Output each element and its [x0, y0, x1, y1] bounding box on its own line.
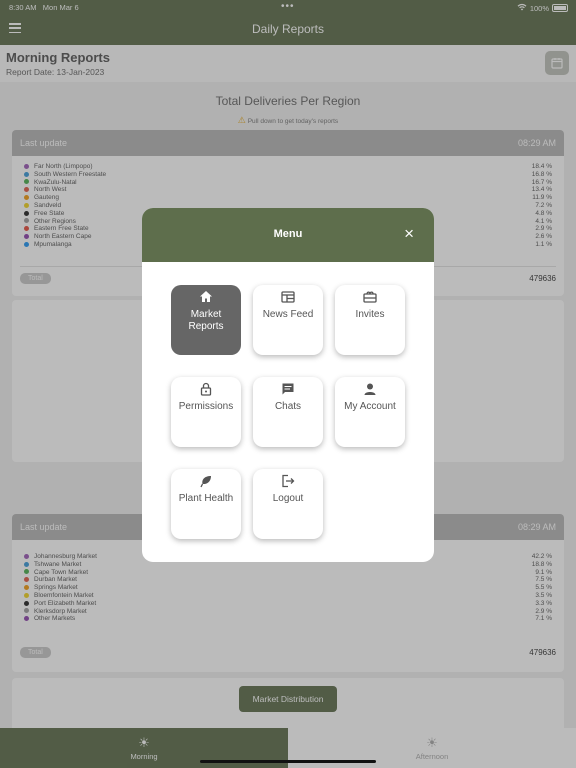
menu-tile-my-account[interactable]: My Account — [335, 377, 405, 447]
menu-tile-plant-health[interactable]: Plant Health — [171, 469, 241, 539]
invite-icon — [335, 290, 405, 306]
menu-tile-label: Plant Health — [178, 493, 234, 504]
menu-tile-label: Invites — [355, 309, 385, 320]
menu-tile-label: News Feed — [262, 309, 314, 320]
menu-dialog: Menu × Market Reports News Feed Invites … — [142, 208, 434, 562]
home-icon — [171, 290, 241, 306]
menu-tile-chats[interactable]: Chats — [253, 377, 323, 447]
menu-tile-permissions[interactable]: Permissions — [171, 377, 241, 447]
news-icon — [253, 290, 323, 306]
user-icon — [335, 382, 405, 398]
menu-tile-logout[interactable]: Logout — [253, 469, 323, 539]
lock-icon — [171, 382, 241, 398]
menu-tile-news-feed[interactable]: News Feed — [253, 285, 323, 355]
menu-title: Menu — [273, 228, 303, 240]
menu-tile-label: Market Reports — [188, 309, 224, 332]
close-icon[interactable]: × — [404, 225, 414, 243]
chat-icon — [253, 382, 323, 398]
menu-header: Menu × — [142, 208, 434, 262]
menu-tile-label: My Account — [344, 401, 396, 412]
menu-tile-market-reports[interactable]: Market Reports — [171, 285, 241, 355]
menu-tile-label: Chats — [274, 401, 302, 412]
leaf-icon — [171, 474, 241, 490]
logout-icon — [253, 474, 323, 490]
menu-tile-label: Permissions — [178, 401, 234, 412]
menu-tile-label: Logout — [272, 493, 304, 504]
menu-tile-invites[interactable]: Invites — [335, 285, 405, 355]
home-indicator — [200, 760, 376, 763]
